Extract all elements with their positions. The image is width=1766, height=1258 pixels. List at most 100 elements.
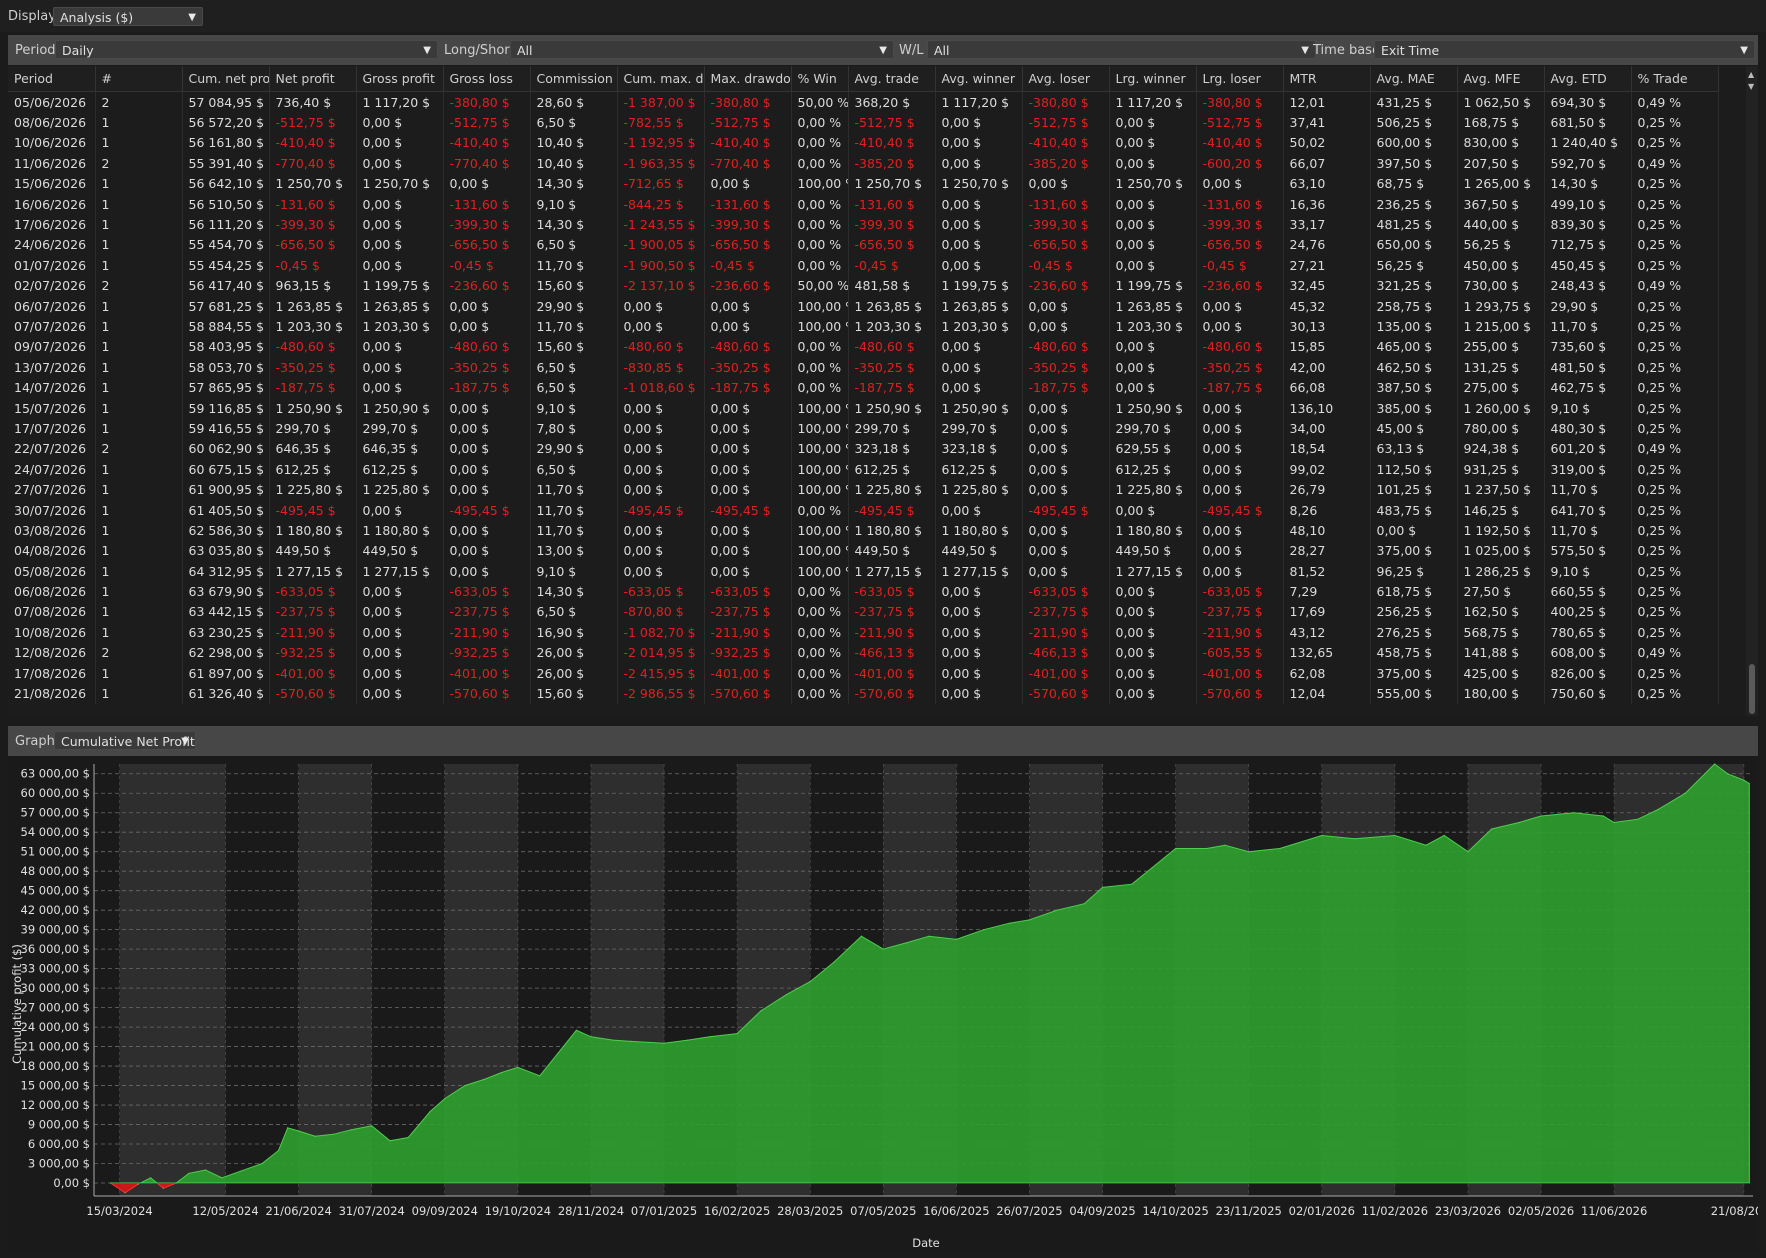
- table-row[interactable]: 06/08/2026 1 63 679,90 $ -633,05 $0,00 $ -63…: [8, 581, 1719, 602]
- table-row[interactable]: 27/07/2026 1 61 900,95 $1 225,80 $1 225,80…: [8, 479, 1719, 500]
- vertical-scrollbar[interactable]: ▲ ▼: [1746, 66, 1758, 716]
- table-cell: 736,40 $: [269, 91, 357, 113]
- column-header[interactable]: Lrg. loser: [1196, 66, 1284, 92]
- column-header[interactable]: Cum. net profi: [182, 66, 270, 92]
- table-cell: 458,75 $: [1370, 642, 1458, 663]
- table-cell: -187,75 $: [269, 377, 357, 398]
- table-cell: 162,50 $: [1457, 601, 1545, 623]
- table-row[interactable]: 24/06/2026 1 55 454,70 $ -656,50 $0,00 $ -65…: [8, 234, 1719, 256]
- table-row[interactable]: 17/06/2026 1 56 111,20 $ -399,30 $0,00 $ -39…: [8, 214, 1719, 235]
- table-row[interactable]: 04/08/2026 1 63 035,80 $449,50 $449,50 $0,…: [8, 540, 1719, 561]
- table-cell: 12,01: [1283, 91, 1371, 113]
- table-row[interactable]: 10/08/2026 1 63 230,25 $ -211,90 $0,00 $ -21…: [8, 622, 1719, 643]
- table-cell: 0,00 $: [704, 438, 792, 460]
- table-cell: 1 203,30 $: [269, 316, 357, 337]
- table-cell: 17,69: [1283, 601, 1371, 623]
- table-row[interactable]: 15/07/2026 1 59 116,85 $1 250,90 $1 250,90…: [8, 397, 1719, 419]
- table-cell: 56 510,50 $: [182, 193, 270, 215]
- y-axis: 0,00 $ 3 000,00 $ 6 000,00 $ 9 000,00 $ 12 0…: [21, 764, 95, 1196]
- time-base-select[interactable]: Exit Time ▼: [1374, 40, 1755, 59]
- table-row[interactable]: 11/06/2026 2 55 391,40 $ -770,40 $0,00 $ -77…: [8, 153, 1719, 174]
- table-row[interactable]: 06/07/2026 1 57 681,25 $1 263,85 $1 263,85…: [8, 295, 1719, 317]
- column-header[interactable]: % Win: [791, 66, 849, 92]
- table-row[interactable]: 07/07/2026 1 58 884,55 $1 203,30 $1 203,30…: [8, 316, 1719, 337]
- column-header[interactable]: Avg. ETD: [1544, 66, 1632, 92]
- table-row[interactable]: 21/08/2026 1 61 326,40 $ -570,60 $0,00 $ -57…: [8, 683, 1719, 704]
- chevron-down-icon[interactable]: ▼: [181, 732, 189, 751]
- period-select[interactable]: Daily ▼: [55, 40, 438, 59]
- table-row[interactable]: 17/07/2026 1 59 416,55 $299,70 $299,70 $0,…: [8, 418, 1719, 439]
- table-cell: 0,00 $: [704, 540, 792, 561]
- column-header[interactable]: Avg. loser: [1022, 66, 1110, 92]
- table-row[interactable]: 30/07/2026 1 61 405,50 $ -495,45 $0,00 $ -49…: [8, 499, 1719, 521]
- table-cell: 100,00 %: [791, 397, 849, 419]
- table-cell: -495,45 $: [617, 499, 705, 521]
- y-tick-label: 24 000,00 $: [21, 1020, 91, 1034]
- column-header[interactable]: Avg. winner: [935, 66, 1023, 92]
- performance-grid: Period#Cum. net profiNet profitGross pro…: [8, 66, 1758, 716]
- table-row[interactable]: 01/07/2026 1 55 454,25 $ -0,45 $0,00 $ -0,45…: [8, 255, 1719, 276]
- scroll-up-icon[interactable]: ▲: [1748, 70, 1754, 79]
- y-tick-label: 45 000,00 $: [21, 884, 91, 898]
- column-header[interactable]: Commission: [530, 66, 618, 92]
- x-tick-label: 02/01/2026: [1289, 1204, 1355, 1218]
- table-cell: 17/08/2026: [8, 662, 96, 684]
- table-row[interactable]: 15/06/2026 1 56 642,10 $1 250,70 $1 250,70…: [8, 173, 1719, 194]
- table-cell: 6,50 $: [530, 377, 618, 398]
- column-header[interactable]: Max. drawdow: [704, 66, 792, 92]
- table-cell: 0,49 %: [1631, 91, 1719, 113]
- table-cell: -410,40 $: [1022, 132, 1110, 154]
- scrollbar-thumb[interactable]: [1749, 664, 1755, 714]
- chevron-down-icon[interactable]: ▼: [1740, 41, 1748, 60]
- table-row[interactable]: 02/07/2026 2 56 417,40 $963,15 $1 199,75 $…: [8, 275, 1719, 296]
- column-header[interactable]: Gross profit: [356, 66, 444, 92]
- table-row[interactable]: 14/07/2026 1 57 865,95 $ -187,75 $0,00 $ -18…: [8, 377, 1719, 398]
- chevron-down-icon[interactable]: ▼: [1301, 41, 1309, 60]
- scroll-down-icon[interactable]: ▼: [1748, 82, 1754, 91]
- column-header[interactable]: Cum. max. dra: [617, 66, 705, 92]
- table-cell: 0,00 $: [1022, 295, 1110, 317]
- chevron-down-icon[interactable]: ▼: [188, 8, 196, 27]
- table-row[interactable]: 24/07/2026 1 60 675,15 $612,25 $612,25 $0,…: [8, 459, 1719, 480]
- table-row[interactable]: 17/08/2026 1 61 897,00 $ -401,00 $0,00 $ -40…: [8, 662, 1719, 684]
- column-header[interactable]: % Trade: [1631, 66, 1719, 92]
- table-row[interactable]: 07/08/2026 1 63 442,15 $ -237,75 $0,00 $ -23…: [8, 601, 1719, 623]
- column-header[interactable]: Gross loss: [443, 66, 531, 92]
- column-header[interactable]: #: [95, 66, 183, 92]
- column-header[interactable]: Avg. MAE: [1370, 66, 1458, 92]
- column-header[interactable]: Avg. trade: [848, 66, 936, 92]
- table-cell: 07/08/2026: [8, 601, 96, 623]
- x-tick-label: 26/07/2025: [996, 1204, 1062, 1218]
- column-header[interactable]: Net profit: [269, 66, 357, 92]
- table-row[interactable]: 09/07/2026 1 58 403,95 $ -480,60 $0,00 $ -48…: [8, 336, 1719, 358]
- wl-select[interactable]: All ▼: [927, 40, 1316, 59]
- data-point: [175, 1182, 177, 1184]
- column-header[interactable]: Period: [8, 66, 96, 92]
- graph-select[interactable]: Cumulative Net Profit ▼: [54, 731, 196, 750]
- table-row[interactable]: 10/06/2026 1 56 161,80 $ -410,40 $0,00 $ -41…: [8, 132, 1719, 154]
- table-cell: 63,10: [1283, 173, 1371, 194]
- display-select[interactable]: Analysis ($) ▼: [53, 7, 203, 26]
- chevron-down-icon[interactable]: ▼: [423, 41, 431, 60]
- table-row[interactable]: 05/08/2026 1 64 312,95 $1 277,15 $1 277,15…: [8, 560, 1719, 582]
- table-cell: -131,60 $: [1022, 193, 1110, 215]
- table-row[interactable]: 13/07/2026 1 58 053,70 $ -350,25 $0,00 $ -35…: [8, 357, 1719, 378]
- table-cell: -211,90 $: [269, 622, 357, 643]
- table-row[interactable]: 16/06/2026 1 56 510,50 $ -131,60 $0,00 $ -13…: [8, 193, 1719, 215]
- table-cell: -633,05 $: [848, 581, 936, 602]
- table-cell: 1 180,80 $: [1109, 520, 1197, 541]
- table-cell: 0,00 $: [443, 520, 531, 541]
- table-row[interactable]: 12/08/2026 2 62 298,00 $ -932,25 $0,00 $ -93…: [8, 642, 1719, 663]
- table-row[interactable]: 08/06/2026 1 56 572,20 $ -512,75 $0,00 $ -51…: [8, 112, 1719, 133]
- table-cell: -236,60 $: [443, 275, 531, 296]
- table-row[interactable]: 22/07/2026 2 60 062,90 $646,35 $646,35 $0,…: [8, 438, 1719, 460]
- chevron-down-icon[interactable]: ▼: [879, 41, 887, 60]
- long-short-select[interactable]: All ▼: [510, 40, 894, 59]
- table-row[interactable]: 03/08/2026 1 62 586,30 $1 180,80 $1 180,80…: [8, 520, 1719, 541]
- column-header[interactable]: MTR: [1283, 66, 1371, 92]
- table-row[interactable]: 05/06/2026 2 57 084,95 $736,40 $1 117,20 $…: [8, 91, 1719, 113]
- table-cell: 15/07/2026: [8, 397, 96, 419]
- column-header[interactable]: Lrg. winner: [1109, 66, 1197, 92]
- data-point: [590, 1036, 592, 1038]
- column-header[interactable]: Avg. MFE: [1457, 66, 1545, 92]
